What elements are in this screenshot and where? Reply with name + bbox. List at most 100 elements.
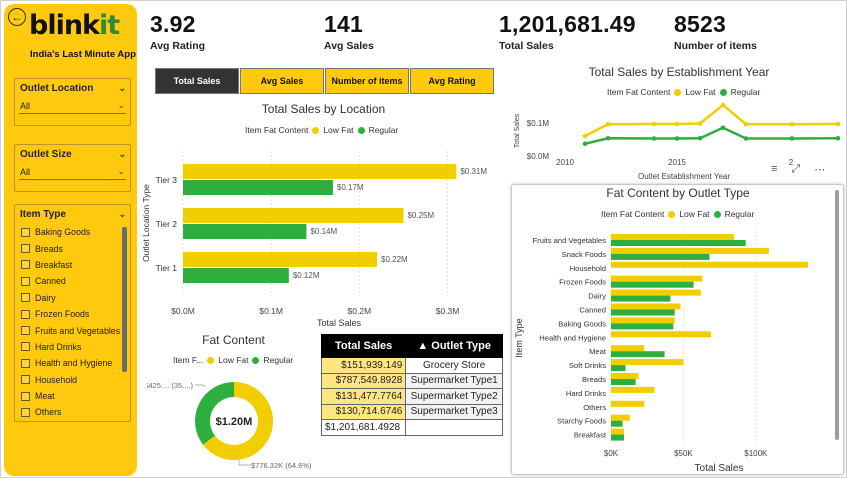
outlet-type-cell: Supermarket Type2 — [405, 388, 503, 405]
item-type-option[interactable]: Fruits and Vegetables — [21, 322, 130, 338]
tab-total-sales[interactable]: Total Sales — [155, 68, 239, 94]
low-fat-dot-icon — [207, 356, 215, 364]
slicer-scrollbar[interactable] — [122, 227, 127, 372]
legend-low-fat[interactable]: Low Fat — [218, 355, 248, 365]
tab-avg-rating[interactable]: Avg Rating — [410, 68, 494, 94]
back-arrow-icon[interactable]: ← — [8, 8, 26, 26]
y-tick-label: Meat — [589, 347, 607, 356]
slice-label: $776.32K (64.6%) — [251, 461, 312, 470]
checkbox-icon[interactable] — [21, 276, 30, 286]
legend-low-fat[interactable]: Low Fat — [679, 209, 709, 219]
legend-low-fat[interactable]: Low Fat — [323, 125, 353, 135]
outlet-type-cell: Supermarket Type1 — [405, 372, 503, 389]
item-type-option[interactable]: Breads — [21, 240, 130, 256]
item-type-option[interactable]: Breakfast — [21, 257, 130, 273]
chevron-down-icon[interactable]: ⌄ — [118, 83, 126, 94]
regular-dot-icon — [357, 126, 365, 134]
bar-low-fat — [611, 428, 625, 435]
item-type-label: Canned — [35, 276, 66, 287]
tab-number-of-items[interactable]: Number of items — [325, 68, 409, 94]
data-point — [582, 141, 588, 147]
checkbox-icon[interactable] — [21, 342, 30, 352]
x-tick-label: $0.0M — [171, 306, 195, 316]
item-type-option[interactable]: Household — [21, 372, 130, 388]
column-header-outlet-type[interactable]: ▲ Outlet Type — [405, 334, 503, 358]
item-type-option[interactable]: Health and Hygiene — [21, 355, 130, 371]
checkbox-icon[interactable] — [21, 358, 30, 368]
item-type-option[interactable]: Others — [21, 404, 130, 420]
leader-line — [238, 460, 251, 466]
outlet-size-dropdown[interactable]: All ⌄ — [19, 164, 126, 180]
bar-regular — [611, 420, 623, 427]
data-point — [789, 121, 795, 127]
legend-regular[interactable]: Regular — [263, 355, 293, 365]
item-type-option[interactable]: Hard Drinks — [21, 339, 130, 355]
visual-toolbar: ≡ ⤢ ⋯ — [771, 163, 825, 176]
checkbox-icon[interactable] — [21, 309, 30, 319]
data-point — [697, 121, 703, 126]
checkbox-icon[interactable] — [21, 244, 30, 254]
bar-low-fat — [611, 400, 645, 407]
table-row[interactable]: $787,549.8928 Supermarket Type1 — [320, 372, 503, 389]
data-point — [697, 135, 703, 141]
kpi-value: 8523 — [674, 11, 726, 37]
item-type-option[interactable]: Dairy — [21, 290, 130, 306]
chevron-down-icon[interactable]: ⌄ — [118, 149, 126, 160]
item-type-label: Baking Goods — [35, 227, 91, 238]
checkbox-icon[interactable] — [21, 326, 30, 336]
y-tick-label: Hard Drinks — [566, 389, 606, 398]
checkbox-icon[interactable] — [21, 260, 30, 270]
item-type-option[interactable]: Canned — [21, 273, 130, 289]
checkbox-icon[interactable] — [21, 375, 30, 385]
year-chart-title: Total Sales by Establishment Year — [588, 65, 770, 79]
legend-regular[interactable]: Regular — [725, 209, 755, 219]
more-options-icon[interactable]: ⋯ — [814, 163, 825, 176]
kpi-value: 141 — [324, 11, 363, 37]
kpi-avg-rating: 3.92 Avg Rating — [150, 11, 205, 52]
total-sales-cell: $151,939.149 — [320, 357, 407, 374]
focus-mode-icon[interactable]: ⤢ — [791, 163, 800, 176]
item-type-label: Health and Hygiene — [35, 358, 113, 369]
kpi-value: 3.92 — [150, 11, 196, 37]
legend-title: Item F... — [173, 355, 204, 365]
table-row[interactable]: $151,939.149 Grocery Store — [320, 357, 503, 374]
item-type-option[interactable]: Baking Goods — [21, 224, 130, 240]
x-tick-label: $0.3M — [436, 306, 460, 316]
legend-regular[interactable]: Regular — [369, 125, 399, 135]
leader-line — [195, 384, 206, 388]
total-cell: $1,201,681.4928 — [320, 419, 407, 436]
item-type-option[interactable]: Meat — [21, 388, 130, 404]
legend-low-fat[interactable]: Low Fat — [685, 87, 715, 97]
checkbox-icon[interactable] — [21, 293, 30, 303]
y-tick-label: Starchy Foods — [557, 417, 606, 426]
y-axis-title: Total Sales — [514, 113, 521, 148]
column-header-total-sales[interactable]: Total Sales — [320, 334, 407, 358]
outlet-location-dropdown[interactable]: All ⌄ — [19, 98, 126, 114]
table-row[interactable]: $130,714.6746 Supermarket Type3 — [320, 403, 503, 420]
donut-legend: Item F... Low Fat Regular — [173, 355, 293, 365]
chevron-down-icon[interactable]: ⌄ — [118, 209, 126, 220]
bar-low-fat — [611, 303, 681, 310]
bar-low-fat — [611, 234, 735, 240]
data-point — [605, 135, 611, 141]
bar-low-fat — [611, 414, 630, 421]
item-type-option[interactable]: Frozen Foods — [21, 306, 130, 322]
checkbox-icon[interactable] — [21, 227, 30, 237]
checkbox-icon[interactable] — [21, 391, 30, 401]
x-axis-title: Total Sales — [317, 318, 362, 328]
checkbox-icon[interactable] — [21, 407, 30, 417]
bar-low-fat — [611, 373, 639, 379]
legend-regular[interactable]: Regular — [731, 87, 761, 97]
filter-icon[interactable]: ≡ — [771, 163, 777, 176]
y-axis-title: Item Type — [514, 318, 524, 357]
total-sales-cell: $131,477.7764 — [320, 388, 407, 405]
kpi-number-of-items: 8523 Number of items — [674, 11, 757, 52]
table-row[interactable]: $131,477.7764 Supermarket Type2 — [320, 388, 503, 405]
tab-avg-sales[interactable]: Avg Sales — [240, 68, 324, 94]
donut-chart-title: Fat Content — [202, 333, 265, 347]
bar-regular — [611, 240, 746, 246]
data-point — [835, 135, 841, 141]
y-tick-label: Snack Foods — [562, 250, 607, 259]
data-point — [743, 136, 749, 141]
slice-label: $425.... (35....) — [147, 381, 193, 390]
